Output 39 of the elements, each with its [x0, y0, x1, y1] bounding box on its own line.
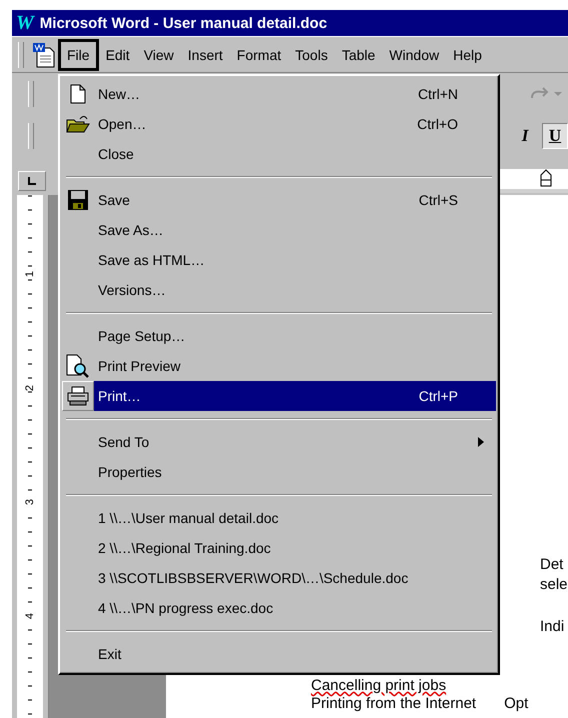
- menu-entry[interactable]: Properties: [94, 457, 496, 487]
- menu-entry[interactable]: New… Ctrl+N: [94, 79, 496, 109]
- document-text: sele: [540, 575, 568, 595]
- window-title: Microsoft Word - User manual detail.doc: [40, 14, 328, 32]
- menu-entry[interactable]: Save Ctrl+S: [94, 185, 496, 215]
- menu-item[interactable]: File: [58, 38, 99, 70]
- document-text: Printing from the Internet: [311, 695, 476, 712]
- menu-entry[interactable]: Page Setup…: [94, 321, 496, 351]
- menu-item[interactable]: Table: [334, 40, 382, 68]
- menu-entry[interactable]: 2 \\…\Regional Training.doc: [94, 533, 496, 563]
- menu-item[interactable]: Window: [382, 40, 446, 68]
- menu-entry[interactable]: Exit: [94, 639, 496, 669]
- document-text: Indi: [540, 617, 566, 637]
- menu-entry[interactable]: Send To: [94, 427, 496, 457]
- menu-entry[interactable]: Print Preview: [94, 351, 496, 381]
- menu-entry[interactable]: Print… Ctrl+P: [94, 381, 496, 411]
- menu-entry[interactable]: Open… Ctrl+O: [94, 109, 496, 139]
- ruler-number: 1: [24, 270, 36, 278]
- menu-entry[interactable]: 3 \\SCOTLIBSBSERVER\WORD\…\Schedule.doc: [94, 563, 496, 593]
- document-heading: Cancelling print jobs: [311, 677, 446, 694]
- menu-item[interactable]: Help: [446, 40, 489, 68]
- menu-item[interactable]: Insert: [180, 40, 230, 68]
- app-logo: W: [16, 12, 34, 34]
- document-text: Det: [540, 555, 564, 575]
- menu-entry[interactable]: 1 \\…\User manual detail.doc: [94, 503, 496, 533]
- menu-item[interactable]: Tools: [288, 40, 335, 68]
- menu-entry[interactable]: Save as HTML…: [94, 245, 496, 275]
- menu-entry[interactable]: 4 \\…\PN progress exec.doc: [94, 593, 496, 623]
- format-button[interactable]: U: [542, 123, 568, 149]
- ruler-number: 2: [24, 384, 36, 392]
- menu-entry[interactable]: Versions…: [94, 275, 496, 305]
- menu-entry[interactable]: Close: [94, 139, 496, 169]
- ruler-number: 3: [24, 498, 36, 506]
- menu-item[interactable]: View: [136, 40, 181, 68]
- menu-entry[interactable]: Save As…: [94, 215, 496, 245]
- menu-item[interactable]: Format: [230, 40, 288, 68]
- menu-item[interactable]: Edit: [98, 40, 137, 68]
- document-text: Opt: [504, 695, 528, 712]
- ruler-number: 4: [24, 612, 36, 620]
